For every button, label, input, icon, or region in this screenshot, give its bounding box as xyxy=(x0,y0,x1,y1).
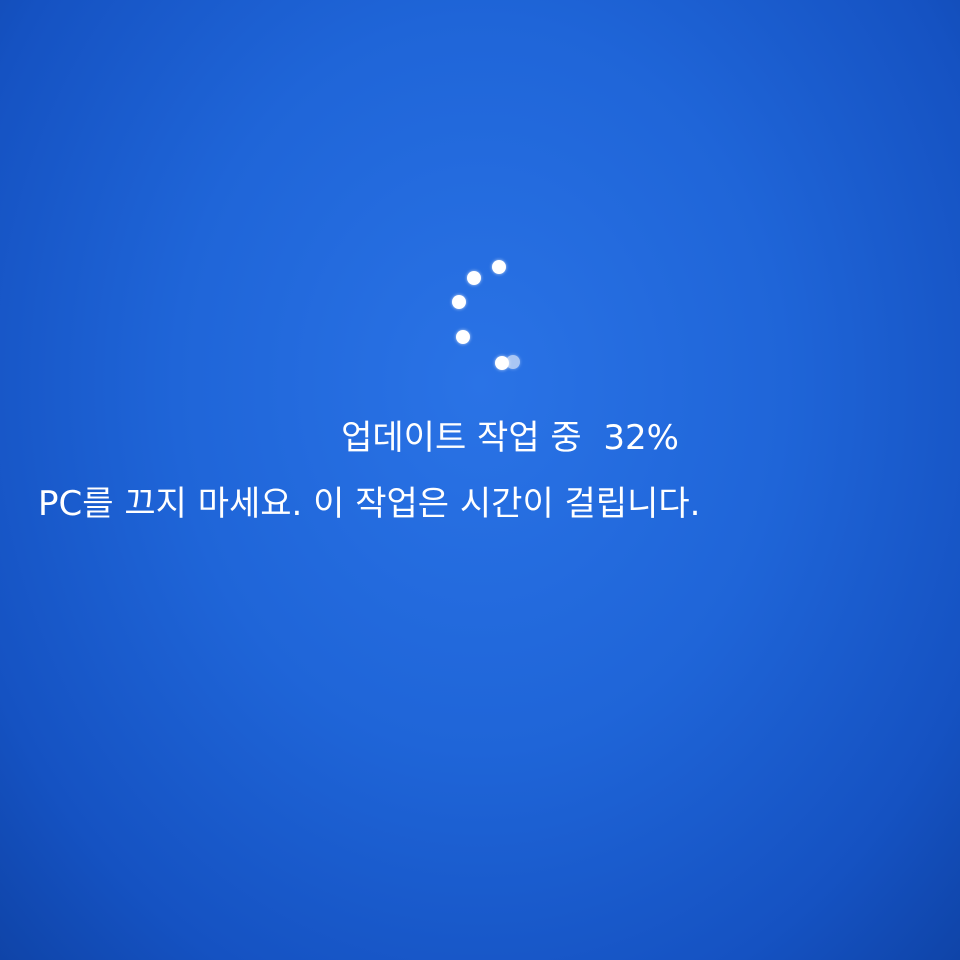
status-text: 업데이트 작업 중 xyxy=(341,418,582,458)
loading-spinner-icon xyxy=(0,0,960,400)
warning-text: PC를 끄지 마세요. 이 작업은 시간이 걸립니다. xyxy=(38,484,701,524)
update-status: 업데이트 작업 중 32% xyxy=(0,410,960,459)
spinner-dot xyxy=(467,271,481,285)
spinner-dot xyxy=(452,295,466,309)
spinner-dot xyxy=(492,260,506,274)
progress-percent: 32% xyxy=(603,418,679,458)
spinner-dot xyxy=(506,355,520,369)
spinner-dot xyxy=(456,330,470,344)
